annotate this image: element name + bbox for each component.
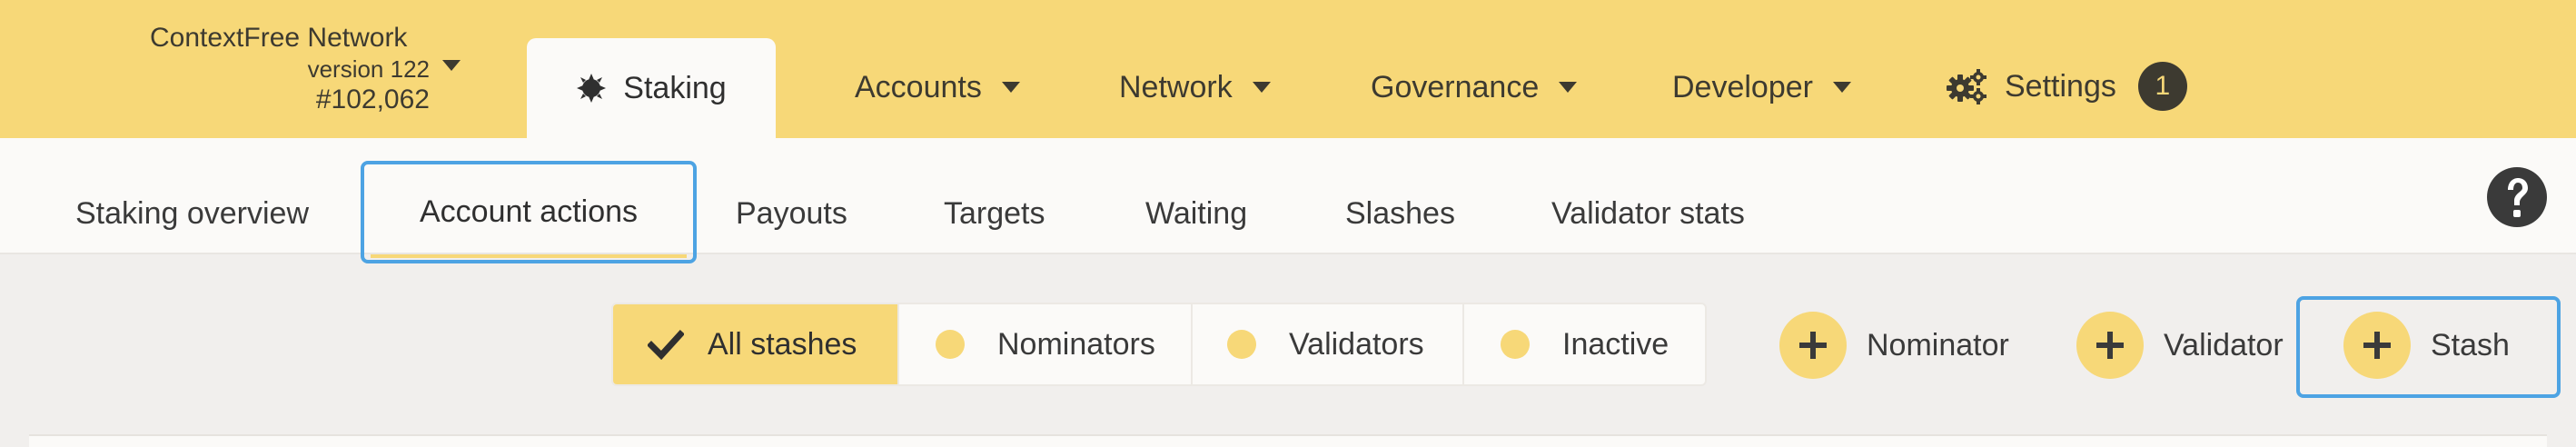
subtab-staking-overview[interactable]: Staking overview (75, 196, 309, 232)
question-circle-icon[interactable] (2485, 165, 2549, 229)
settings-notification-badge: 1 (2137, 62, 2187, 111)
check-icon (648, 330, 684, 361)
active-tab-underline (371, 254, 687, 258)
filter-inactive-label: Inactive (1562, 326, 1669, 362)
menu-network-label: Network (1119, 69, 1233, 104)
add-stash-button[interactable]: Stash (2343, 312, 2510, 379)
menu-developer-label: Developer (1672, 69, 1813, 104)
stash-list-card (29, 434, 2547, 447)
menu-governance-label: Governance (1371, 69, 1540, 104)
filter-all-stashes-label: All stashes (708, 326, 857, 362)
status-dot-icon (1501, 330, 1530, 359)
stash-filter-group: All stashes Nominators Validators Inacti… (611, 303, 1707, 386)
add-stash-label: Stash (2431, 327, 2510, 363)
add-validator-button[interactable]: Validator (2076, 312, 2284, 379)
plus-icon (1779, 312, 1847, 379)
add-nominator-label: Nominator (1867, 327, 2009, 363)
menu-settings[interactable]: Settings 1 (1947, 62, 2187, 111)
add-validator-label: Validator (2164, 327, 2284, 363)
best-block-number: #102,062 (315, 84, 430, 114)
subtab-targets[interactable]: Targets (944, 196, 1045, 232)
menu-developer[interactable]: Developer (1672, 64, 1851, 111)
plus-icon (2343, 312, 2411, 379)
subtab-waiting[interactable]: Waiting (1145, 196, 1247, 232)
filter-validators-label: Validators (1289, 326, 1424, 362)
status-dot-icon (1227, 330, 1256, 359)
chevron-down-icon (1252, 82, 1271, 93)
filter-all-stashes[interactable]: All stashes (613, 304, 899, 384)
filter-nominators[interactable]: Nominators (899, 304, 1193, 384)
chain-name: ContextFree Network (150, 23, 408, 53)
filter-nominators-label: Nominators (997, 326, 1155, 362)
cogs-icon (1947, 69, 1986, 104)
subtab-account-actions[interactable]: Account actions (361, 161, 697, 263)
subtab-slashes[interactable]: Slashes (1345, 196, 1455, 232)
subtab-account-actions-label: Account actions (419, 194, 639, 229)
chain-version: version 122 (307, 55, 430, 83)
menu-governance[interactable]: Governance (1371, 64, 1578, 111)
chevron-down-icon (1832, 82, 1851, 93)
top-navigation-bar: ContextFree Network version 122 #102,062… (0, 0, 2576, 138)
status-dot-icon (936, 330, 965, 359)
menu-accounts-label: Accounts (855, 69, 982, 104)
chevron-down-icon (1559, 82, 1578, 93)
filter-validators[interactable]: Validators (1193, 304, 1464, 384)
menu-network[interactable]: Network (1119, 64, 1271, 111)
chain-selector[interactable]: ContextFree Network version 122 #102,062 (150, 22, 430, 116)
staking-icon (577, 74, 607, 103)
menu-settings-label: Settings (2005, 68, 2116, 104)
chain-dropdown-caret-icon[interactable] (442, 60, 461, 71)
subtab-payouts[interactable]: Payouts (736, 196, 847, 232)
filter-inactive[interactable]: Inactive (1464, 304, 1705, 384)
subtab-validator-stats[interactable]: Validator stats (1551, 196, 1745, 232)
tab-staking[interactable]: Staking (527, 38, 776, 138)
tab-staking-label: Staking (623, 70, 727, 105)
plus-icon (2076, 312, 2144, 379)
menu-accounts[interactable]: Accounts (855, 64, 1020, 111)
add-nominator-button[interactable]: Nominator (1779, 312, 2009, 379)
chevron-down-icon (1001, 82, 1020, 93)
